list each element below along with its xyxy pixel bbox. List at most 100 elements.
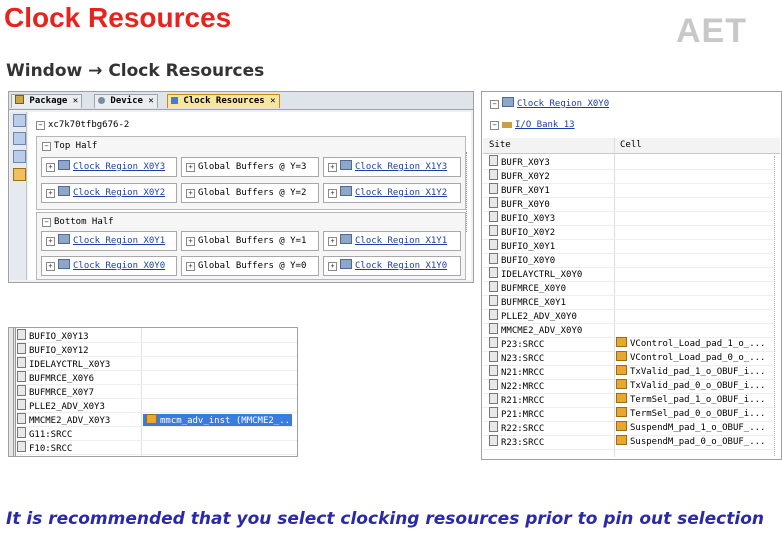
- collapse-icon[interactable]: −: [42, 142, 51, 151]
- clock-region-link[interactable]: Clock Region X0Y2: [73, 188, 165, 198]
- bank-header[interactable]: − I/O Bank 13: [490, 118, 575, 132]
- table-row[interactable]: BUFIO_X0Y2: [483, 225, 773, 240]
- list-item[interactable]: BUFIO_X0Y13: [17, 329, 297, 343]
- table-row[interactable]: BUFR_X0Y0: [483, 197, 773, 212]
- expand-all-icon[interactable]: [13, 150, 26, 163]
- global-buffers-cell[interactable]: + Global Buffers @ Y=1: [181, 231, 319, 251]
- site-name: BUFIO_X0Y2: [501, 228, 556, 238]
- cell-name: TermSel_pad_0_o_OBUF_i...: [630, 409, 766, 419]
- search-icon[interactable]: [13, 114, 26, 127]
- global-buffers-cell[interactable]: + Global Buffers @ Y=0: [181, 256, 319, 276]
- top-half-header[interactable]: − Top Half: [42, 141, 97, 151]
- clock-region-link[interactable]: Clock Region X1Y0: [355, 261, 447, 271]
- table-row[interactable]: BUFIO_X0Y3: [483, 211, 773, 226]
- table-row[interactable]: IDELAYCTRL_X0Y0: [483, 267, 773, 282]
- list-item[interactable]: F10:SRCC: [17, 441, 297, 455]
- expand-icon[interactable]: +: [328, 237, 337, 246]
- table-row[interactable]: P21:MRCC TermSel_pad_0_o_OBUF_i...: [483, 407, 773, 422]
- global-buffers-cell[interactable]: + Global Buffers @ Y=2: [181, 183, 319, 203]
- list-item[interactable]: PLLE2_ADV_X0Y3: [17, 399, 297, 413]
- table-row[interactable]: N23:SRCC VControl_Load_pad_0_o_...: [483, 351, 773, 366]
- site-cell: BUFIO_X0Y0: [489, 253, 555, 268]
- tab-clock-resources[interactable]: Clock Resources ✕: [167, 94, 280, 108]
- clock-region-detail-window: − Clock Region X0Y0 − I/O Bank 13 Site Cel…: [481, 91, 782, 460]
- table-row[interactable]: BUFR_X0Y1: [483, 183, 773, 198]
- table-row[interactable]: BUFR_X0Y2: [483, 169, 773, 184]
- vertical-scrollbar[interactable]: [774, 156, 780, 456]
- global-buffers-cell[interactable]: + Global Buffers @ Y=3: [181, 157, 319, 177]
- table-row[interactable]: BUFR_X0Y3: [483, 155, 773, 170]
- selected-cell[interactable]: mmcm_adv_inst (MMCME2_...: [143, 414, 292, 426]
- bank-link[interactable]: I/O Bank 13: [515, 120, 575, 130]
- site-cell: IDELAYCTRL_X0Y0: [489, 267, 582, 282]
- device-node[interactable]: − xc7k70tfbg676-2: [36, 120, 129, 130]
- bottom-half-header[interactable]: − Bottom Half: [42, 217, 114, 227]
- expand-icon[interactable]: +: [186, 237, 195, 246]
- clock-region-cell[interactable]: + Clock Region X0Y1: [41, 231, 177, 251]
- expand-icon[interactable]: +: [46, 189, 55, 198]
- table-row[interactable]: R21:MRCC TermSel_pad_1_o_OBUF_i...: [483, 393, 773, 408]
- collapse-all-icon[interactable]: [13, 132, 26, 145]
- expand-icon[interactable]: +: [328, 189, 337, 198]
- clock-region-cell[interactable]: + Clock Region X1Y3: [323, 157, 461, 177]
- table-row[interactable]: R22:SRCC SuspendM_pad_1_o_OBUF_...: [483, 421, 773, 436]
- select-icon[interactable]: [13, 168, 26, 181]
- expand-icon[interactable]: +: [328, 262, 337, 271]
- close-icon[interactable]: ✕: [73, 96, 78, 106]
- list-item[interactable]: G11:SRCC: [17, 427, 297, 441]
- vertical-scrollbar[interactable]: [466, 152, 470, 232]
- tab-package[interactable]: Package ✕: [11, 94, 83, 108]
- cell-icon: [616, 435, 627, 445]
- table-row[interactable]: R23:SRCC SuspendM_pad_0_o_OBUF_...: [483, 435, 773, 450]
- column-header-site[interactable]: Site: [489, 138, 511, 153]
- expand-icon[interactable]: +: [46, 163, 55, 172]
- clock-region-link[interactable]: Clock Region X1Y3: [355, 162, 447, 172]
- expand-icon[interactable]: +: [46, 262, 55, 271]
- column-header-cell[interactable]: Cell: [620, 138, 642, 153]
- expand-icon[interactable]: +: [186, 189, 195, 198]
- region-link[interactable]: Clock Region X0Y0: [517, 99, 609, 109]
- top-half-group: − Top Half + Clock Region X0Y3 + Global Buf…: [36, 136, 466, 210]
- clock-region-link[interactable]: Clock Region X1Y1: [355, 236, 447, 246]
- list-item[interactable]: BUFMRCE_X0Y7: [17, 385, 297, 399]
- clock-region-cell[interactable]: + Clock Region X0Y3: [41, 157, 177, 177]
- expand-icon[interactable]: +: [186, 163, 195, 172]
- clock-region-cell[interactable]: + Clock Region X0Y0: [41, 256, 177, 276]
- clock-region-cell[interactable]: + Clock Region X0Y2: [41, 183, 177, 203]
- table-row[interactable]: MMCME2_ADV_X0Y0: [483, 323, 773, 338]
- tab-device-label: Device: [110, 96, 143, 106]
- clock-region-link[interactable]: Clock Region X1Y2: [355, 188, 447, 198]
- table-row[interactable]: BUFIO_X0Y0: [483, 253, 773, 268]
- clock-region-link[interactable]: Clock Region X0Y3: [73, 162, 165, 172]
- slide-title: Clock Resources: [4, 2, 232, 33]
- collapse-icon[interactable]: −: [36, 121, 45, 130]
- table-row[interactable]: N21:MRCC TxValid_pad_1_o_OBUF_i...: [483, 365, 773, 380]
- collapse-icon[interactable]: −: [42, 218, 51, 227]
- close-icon[interactable]: ✕: [148, 96, 153, 106]
- clock-region-cell[interactable]: + Clock Region X1Y1: [323, 231, 461, 251]
- clock-region-cell[interactable]: + Clock Region X1Y0: [323, 256, 461, 276]
- list-item[interactable]: BUFIO_X0Y12: [17, 343, 297, 357]
- table-row[interactable]: P23:SRCC VControl_Load_pad_1_o_...: [483, 337, 773, 352]
- collapse-icon[interactable]: −: [490, 100, 499, 109]
- collapse-icon[interactable]: −: [490, 121, 499, 130]
- clock-region-link[interactable]: Clock Region X0Y1: [73, 236, 165, 246]
- clock-region-link[interactable]: Clock Region X0Y0: [73, 261, 165, 271]
- table-row[interactable]: BUFIO_X0Y1: [483, 239, 773, 254]
- selected-cell-label: mmcm_adv_inst (MMCME2_...: [160, 416, 292, 426]
- close-icon[interactable]: ✕: [270, 96, 275, 106]
- expand-icon[interactable]: +: [328, 163, 337, 172]
- clock-region-cell[interactable]: + Clock Region X1Y2: [323, 183, 461, 203]
- cell-icon: [616, 421, 627, 431]
- chip-icon: [340, 186, 352, 196]
- table-row[interactable]: BUFMRCE_X0Y0: [483, 281, 773, 296]
- list-item[interactable]: IDELAYCTRL_X0Y3: [17, 357, 297, 371]
- expand-icon[interactable]: +: [186, 262, 195, 271]
- tab-device[interactable]: Device ✕: [94, 94, 158, 108]
- region-header[interactable]: − Clock Region X0Y0: [490, 97, 609, 111]
- list-item[interactable]: BUFMRCE_X0Y6: [17, 371, 297, 385]
- expand-icon[interactable]: +: [46, 237, 55, 246]
- table-row[interactable]: BUFMRCE_X0Y1: [483, 295, 773, 310]
- table-row[interactable]: PLLE2_ADV_X0Y0: [483, 309, 773, 324]
- table-row[interactable]: N22:MRCC TxValid_pad_0_o_OBUF_i...: [483, 379, 773, 394]
